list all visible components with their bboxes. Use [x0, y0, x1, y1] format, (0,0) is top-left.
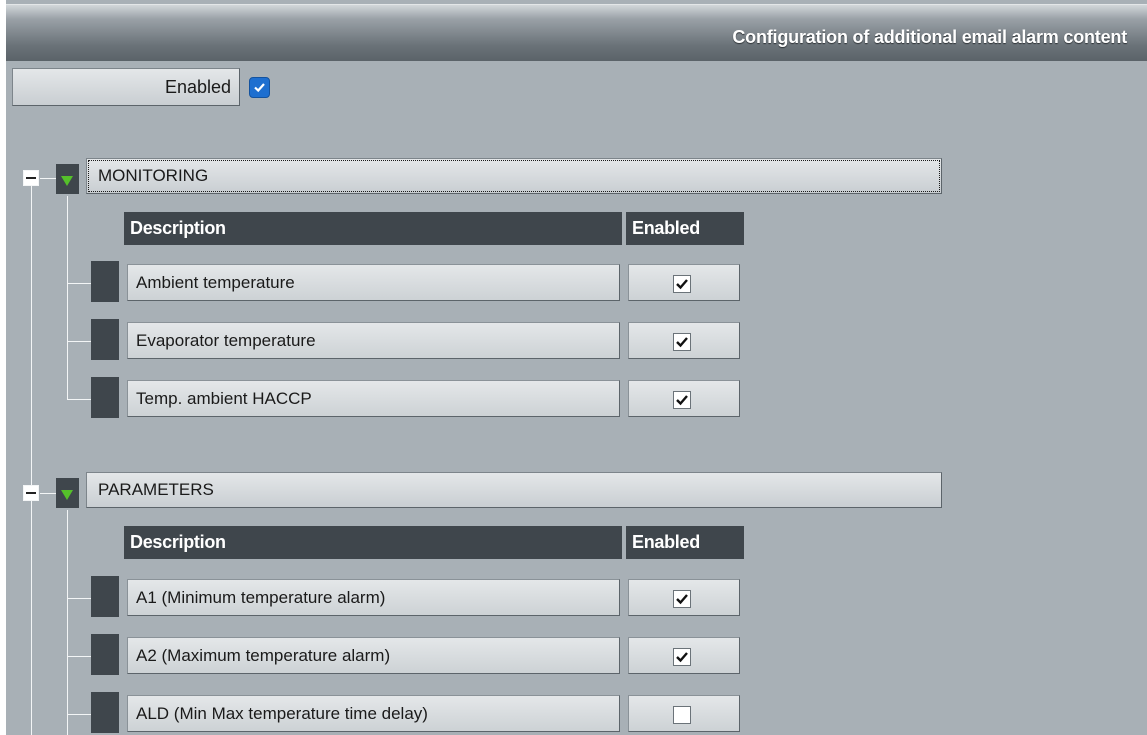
- enabled-toggle-button[interactable]: Enabled: [12, 68, 240, 106]
- checkmark-icon: [254, 83, 265, 93]
- tree-line-main: [31, 186, 32, 735]
- tree-branch: [67, 399, 91, 400]
- row-enabled-checkbox[interactable]: [673, 391, 691, 409]
- column-header-description: Description: [124, 212, 622, 245]
- checkmark-icon: [676, 337, 688, 348]
- tree-line-monitoring: [67, 196, 68, 400]
- collapse-parameters-button[interactable]: [23, 485, 39, 501]
- row-enabled-cell[interactable]: [628, 579, 740, 616]
- column-header-enabled: Enabled: [626, 526, 744, 559]
- checkmark-icon: [676, 395, 688, 406]
- row-enabled-checkbox[interactable]: [673, 590, 691, 608]
- tree-line-parameters: [67, 510, 68, 735]
- checkmark-icon: [676, 652, 688, 663]
- row-enabled-checkbox[interactable]: [673, 706, 691, 724]
- enabled-checkbox[interactable]: [249, 77, 270, 98]
- row-enabled-cell[interactable]: [628, 695, 740, 732]
- row-enabled-checkbox[interactable]: [673, 648, 691, 666]
- row-description: Temp. ambient HACCP: [127, 380, 620, 417]
- row-enabled-checkbox[interactable]: [673, 333, 691, 351]
- row-marker: [91, 319, 119, 360]
- row-marker: [91, 634, 119, 675]
- column-header-description: Description: [124, 526, 622, 559]
- row-description: Ambient temperature: [127, 264, 620, 301]
- expand-arrow-icon[interactable]: [56, 164, 79, 194]
- collapse-monitoring-button[interactable]: [23, 170, 39, 186]
- row-enabled-cell[interactable]: [628, 637, 740, 674]
- alarm-config-panel: Configuration of additional email alarm …: [6, 0, 1147, 735]
- tree-branch: [40, 493, 56, 494]
- group-header-parameters[interactable]: PARAMETERS: [86, 472, 942, 508]
- tree-branch: [67, 341, 91, 342]
- tree-branch: [67, 714, 91, 715]
- tree-branch: [67, 283, 91, 284]
- checkmark-icon: [676, 594, 688, 605]
- row-description: Evaporator temperature: [127, 322, 620, 359]
- title-bar: Configuration of additional email alarm …: [6, 4, 1147, 61]
- column-header-enabled: Enabled: [626, 212, 744, 245]
- row-enabled-cell[interactable]: [628, 322, 740, 359]
- tree-branch: [67, 598, 91, 599]
- checkmark-icon: [676, 279, 688, 290]
- row-marker: [91, 261, 119, 302]
- row-description: ALD (Min Max temperature time delay): [127, 695, 620, 732]
- expand-arrow-icon[interactable]: [56, 478, 79, 508]
- row-description: A1 (Minimum temperature alarm): [127, 579, 620, 616]
- row-marker: [91, 576, 119, 617]
- tree-branch: [40, 178, 56, 179]
- row-description: A2 (Maximum temperature alarm): [127, 637, 620, 674]
- row-enabled-cell[interactable]: [628, 380, 740, 417]
- row-marker: [91, 377, 119, 418]
- row-enabled-checkbox[interactable]: [673, 275, 691, 293]
- tree-branch: [67, 656, 91, 657]
- row-marker: [91, 692, 119, 733]
- row-enabled-cell[interactable]: [628, 264, 740, 301]
- group-header-monitoring[interactable]: MONITORING: [86, 158, 942, 194]
- page-title: Configuration of additional email alarm …: [732, 27, 1127, 47]
